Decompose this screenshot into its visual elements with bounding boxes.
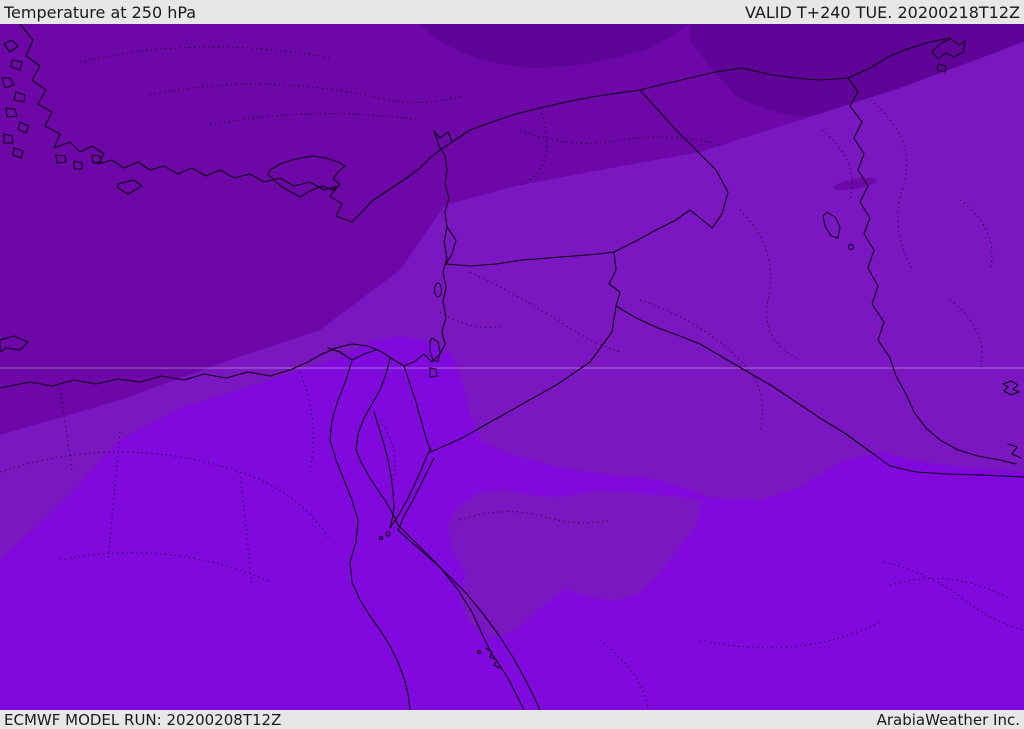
temp-patch-small-2 [880, 256, 906, 270]
status-bar: ECMWF MODEL RUN: 20200208T12Z ArabiaWeat… [0, 710, 1024, 729]
weather-map [0, 24, 1024, 710]
map-title: Temperature at 250 hPa [4, 2, 197, 22]
attribution-label: ArabiaWeather Inc. [876, 710, 1020, 729]
title-bar: Temperature at 250 hPa VALID T+240 TUE. … [0, 0, 1024, 24]
temp-patch-small-1 [786, 202, 808, 214]
model-run-label: ECMWF MODEL RUN: 20200208T12Z [4, 710, 282, 729]
valid-time-label: VALID T+240 TUE. 20200218T12Z [744, 2, 1020, 22]
